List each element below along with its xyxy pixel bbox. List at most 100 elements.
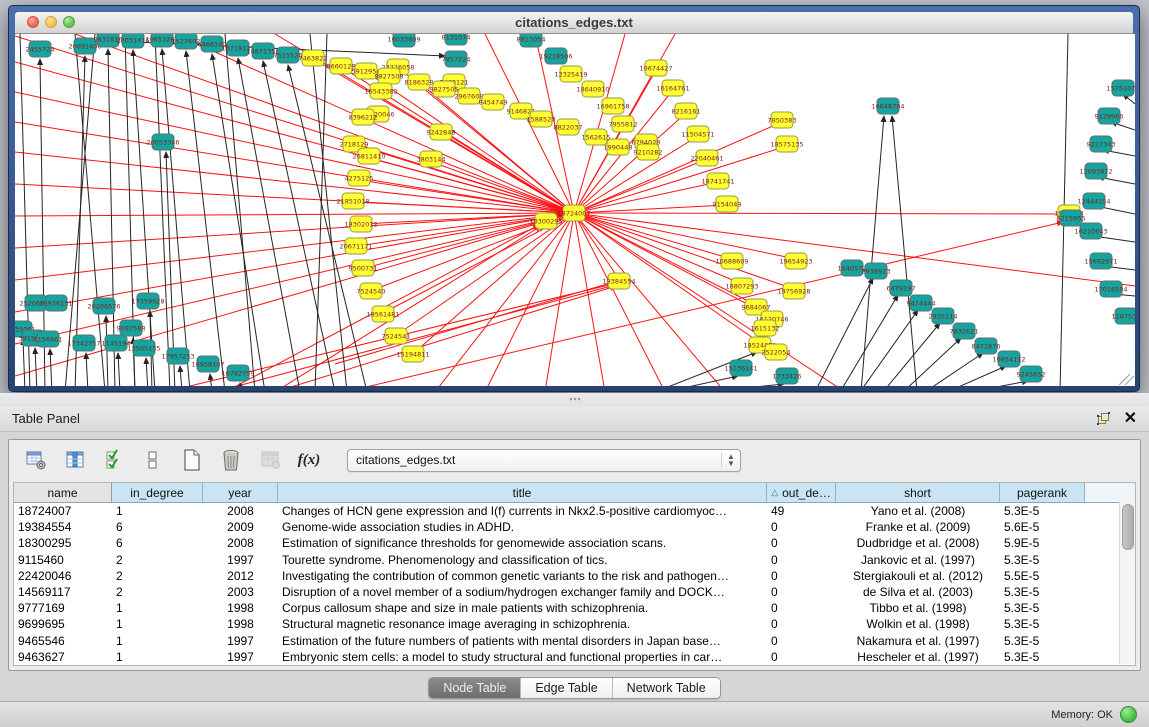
table-cell[interactable]: 5.3E-5 bbox=[1000, 504, 1085, 518]
graph-edge[interactable] bbox=[574, 213, 665, 386]
table-cell[interactable]: 9465546 bbox=[14, 634, 112, 648]
graph-node[interactable]: 9154049 bbox=[713, 196, 742, 212]
graph-node[interactable]: 9227343 bbox=[1087, 136, 1116, 152]
table-cell[interactable]: Nakamura et al. (1997) bbox=[836, 634, 1000, 648]
graph-node[interactable]: 9474444 bbox=[907, 295, 936, 311]
graph-edge[interactable] bbox=[947, 366, 1006, 386]
table-row[interactable]: 946362711997Embryonic stem cells: a mode… bbox=[14, 649, 1135, 665]
table-cell[interactable]: 2003 bbox=[203, 585, 278, 599]
table-cell[interactable]: 49 bbox=[767, 504, 836, 518]
graph-edge[interactable] bbox=[574, 213, 1065, 214]
table-cell[interactable]: 22420046 bbox=[14, 569, 112, 583]
table-cell[interactable]: Estimation of significance thresholds fo… bbox=[278, 536, 767, 550]
table-cell[interactable]: Corpus callosum shape and size in male p… bbox=[278, 601, 767, 615]
graph-edge[interactable] bbox=[574, 213, 605, 386]
table-cell[interactable]: 2 bbox=[112, 569, 203, 583]
column-header-pagerank[interactable]: pagerank bbox=[1000, 483, 1085, 502]
graph-edge[interactable] bbox=[162, 49, 190, 386]
table-cell[interactable]: 5.9E-5 bbox=[1000, 536, 1085, 550]
table-cell[interactable]: Dudbridge et al. (2008) bbox=[836, 536, 1000, 550]
table-cell[interactable]: 0 bbox=[767, 553, 836, 567]
horizontal-splitter[interactable] bbox=[0, 393, 1149, 406]
graph-node[interactable]: 9245652 bbox=[1017, 366, 1046, 382]
graph-node[interactable]: 19561481 bbox=[366, 306, 399, 322]
graph-edge[interactable] bbox=[860, 310, 918, 386]
graph-node[interactable]: 4275125 bbox=[345, 170, 374, 186]
graph-edge[interactable] bbox=[15, 122, 574, 213]
table-cell[interactable]: Disruption of a novel member of a sodium… bbox=[278, 585, 767, 599]
graph-node[interactable]: 7515526 bbox=[274, 47, 303, 63]
column-header-year[interactable]: year bbox=[203, 483, 278, 502]
table-cell[interactable]: 6 bbox=[112, 520, 203, 534]
zoom-window-button[interactable] bbox=[63, 16, 75, 28]
graph-node[interactable]: 1588520 bbox=[527, 111, 556, 127]
graph-edge[interactable] bbox=[925, 353, 983, 386]
graph-edge[interactable] bbox=[433, 158, 574, 213]
graph-node[interactable]: 18640910 bbox=[576, 81, 609, 97]
graph-node[interactable]: 1156861 bbox=[34, 331, 63, 347]
table-cell[interactable]: 1 bbox=[112, 617, 203, 631]
select-rows-button[interactable] bbox=[101, 447, 127, 473]
tab-edge-table[interactable]: Edge Table bbox=[521, 678, 612, 698]
graph-node[interactable]: 18302012 bbox=[344, 216, 377, 232]
table-cell[interactable]: Genome-wide association studies in ADHD. bbox=[278, 520, 767, 534]
graph-node[interactable]: 8813054 bbox=[517, 34, 546, 47]
table-row[interactable]: 1456911722003Disruption of a novel membe… bbox=[14, 584, 1135, 600]
scrollbar-thumb[interactable] bbox=[1122, 504, 1134, 550]
graph-node[interactable]: 19654923 bbox=[779, 253, 812, 269]
graph-node[interactable]: 18741741 bbox=[701, 173, 734, 189]
graph-node[interactable]: 2935114 bbox=[929, 308, 958, 324]
table-cell[interactable]: Tibbo et al. (1998) bbox=[836, 601, 1000, 615]
column-header-in_degree[interactable]: in_degree bbox=[112, 483, 203, 502]
graph-node[interactable]: 2455724 bbox=[26, 41, 55, 57]
show-columns-button[interactable] bbox=[62, 447, 88, 473]
graph-node[interactable]: 7857224 bbox=[442, 51, 471, 67]
graph-edge[interactable] bbox=[15, 213, 574, 248]
window-titlebar[interactable]: citations_edges.txt bbox=[15, 12, 1133, 34]
graph-edge[interactable] bbox=[705, 384, 784, 386]
table-row[interactable]: 1872400712008Changes of HCN gene express… bbox=[14, 503, 1135, 519]
graph-node[interactable]: 1615132 bbox=[751, 320, 780, 336]
close-panel-button[interactable]: ✕ bbox=[1124, 412, 1137, 426]
graph-edge[interactable] bbox=[210, 374, 212, 386]
table-cell[interactable]: 5.3E-5 bbox=[1000, 617, 1085, 631]
graph-node[interactable]: 19218506 bbox=[539, 48, 572, 64]
graph-node[interactable]: 9097588 bbox=[117, 320, 146, 336]
table-cell[interactable]: Yano et al. (2008) bbox=[836, 504, 1000, 518]
table-cell[interactable]: 5.3E-5 bbox=[1000, 585, 1085, 599]
graph-node[interactable]: 9129966 bbox=[1095, 108, 1124, 124]
table-row[interactable]: 1938455462009Genome-wide association stu… bbox=[14, 519, 1135, 535]
table-cell[interactable]: 5.3E-5 bbox=[1000, 634, 1085, 648]
graph-node[interactable]: 6479197 bbox=[887, 280, 916, 296]
graph-node[interactable]: 9210282 bbox=[634, 144, 663, 160]
table-cell[interactable]: 5.3E-5 bbox=[1000, 553, 1085, 567]
table-cell[interactable]: Estimation of the future numbers of pati… bbox=[278, 634, 767, 648]
stacked-rows-button[interactable] bbox=[140, 447, 166, 473]
column-header-short[interactable]: short bbox=[836, 483, 1000, 502]
graph-node[interactable]: 9242848 bbox=[427, 124, 456, 140]
table-cell[interactable]: 1997 bbox=[203, 634, 278, 648]
graph-node[interactable]: 8454749 bbox=[479, 94, 508, 110]
table-cell[interactable]: 18724007 bbox=[14, 504, 112, 518]
graph-node[interactable]: 1527602 bbox=[172, 34, 201, 49]
graph-edge[interactable] bbox=[892, 116, 917, 386]
table-cell[interactable]: 0 bbox=[767, 650, 836, 664]
graph-node[interactable]: 7463822 bbox=[299, 50, 328, 66]
graph-node[interactable]: 3803144 bbox=[417, 151, 446, 167]
graph-node[interactable]: 15751074 bbox=[1106, 80, 1135, 96]
table-cell[interactable]: Hescheler et al. (1997) bbox=[836, 650, 1000, 664]
graph-node[interactable]: 12444154 bbox=[1077, 193, 1110, 209]
table-cell[interactable]: 2 bbox=[112, 553, 203, 567]
table-cell[interactable]: 2008 bbox=[203, 536, 278, 550]
graph-node[interactable]: 11504571 bbox=[681, 126, 714, 142]
graph-edge[interactable] bbox=[665, 376, 738, 386]
network-canvas-container[interactable]: 1872400718300295193845547463822866012859… bbox=[15, 34, 1135, 386]
table-cell[interactable]: 9699695 bbox=[14, 617, 112, 631]
column-header-name[interactable]: name bbox=[14, 483, 112, 502]
table-cell[interactable]: Tourette syndrome. Phenomenology and cla… bbox=[278, 553, 767, 567]
table-cell[interactable]: Stergiakouli et al. (2012) bbox=[836, 569, 1000, 583]
column-header-title[interactable]: title bbox=[278, 483, 767, 502]
float-panel-button[interactable] bbox=[1097, 412, 1110, 425]
graph-node[interactable]: 16164761 bbox=[656, 80, 689, 96]
network-canvas[interactable]: 1872400718300295193845547463822866012859… bbox=[15, 34, 1135, 386]
